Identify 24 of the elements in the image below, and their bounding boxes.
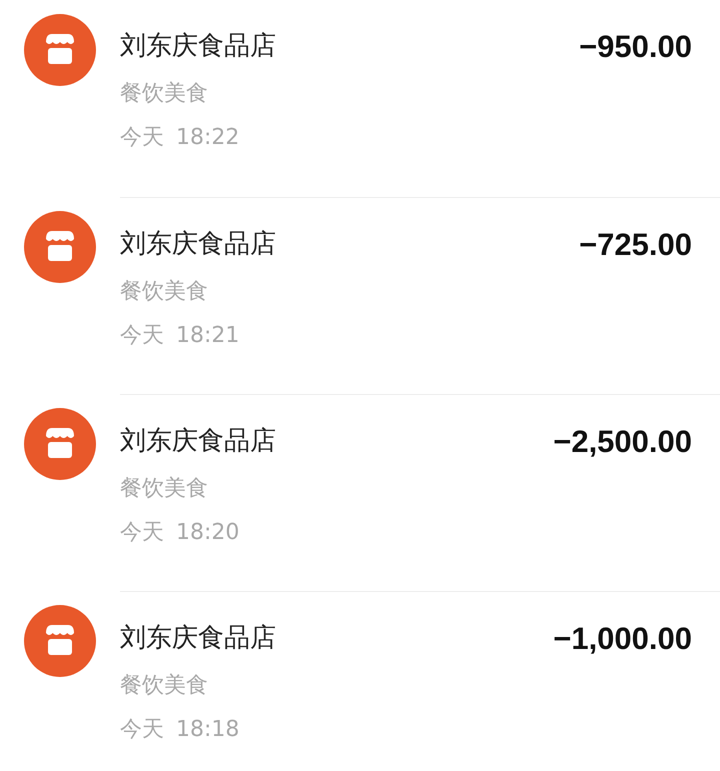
time-label: 18:18 — [176, 716, 240, 744]
merchant-name: 刘东庆食品店 — [120, 30, 276, 63]
merchant-name: 刘东庆食品店 — [120, 228, 276, 261]
storefront-icon — [24, 605, 96, 677]
storefront-icon — [24, 14, 96, 86]
date-label: 今天 — [120, 124, 164, 152]
time-label: 18:22 — [176, 124, 240, 152]
category-label: 餐饮美食 — [120, 278, 208, 306]
category-label: 餐饮美食 — [120, 672, 208, 700]
category-label: 餐饮美食 — [120, 80, 208, 108]
storefront-icon — [24, 211, 96, 283]
storefront-icon — [24, 408, 96, 480]
merchant-name: 刘东庆食品店 — [120, 425, 276, 458]
date-label: 今天 — [120, 716, 164, 744]
merchant-name: 刘东庆食品店 — [120, 622, 276, 655]
time-label: 18:21 — [176, 322, 240, 350]
amount-value: −1,000.00 — [553, 620, 692, 658]
time-label: 18:20 — [176, 519, 240, 547]
amount-value: −2,500.00 — [553, 423, 692, 461]
amount-value: −725.00 — [579, 226, 692, 264]
date-label: 今天 — [120, 322, 164, 350]
category-label: 餐饮美食 — [120, 475, 208, 503]
date-label: 今天 — [120, 519, 164, 547]
amount-value: −950.00 — [579, 28, 692, 66]
